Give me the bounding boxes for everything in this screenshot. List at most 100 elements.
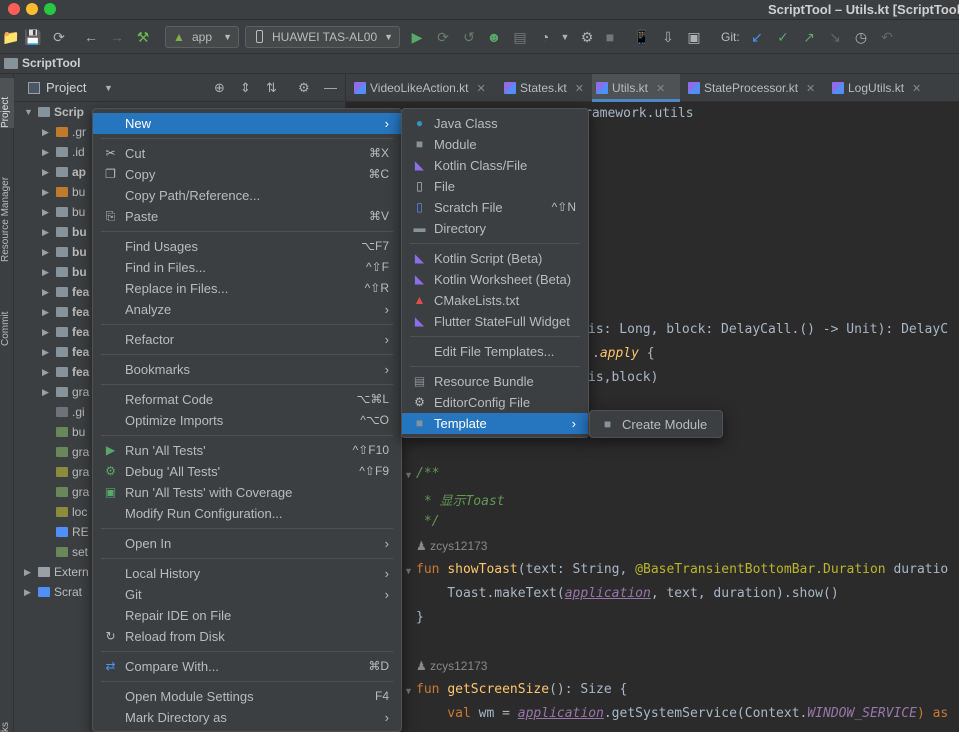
menu-item-template[interactable]: ■ Template › <box>402 413 588 434</box>
tool-window-bottom[interactable]: ks <box>0 714 14 732</box>
tool-window-project[interactable]: Project <box>0 78 14 128</box>
hide-panel-icon[interactable]: — <box>324 80 337 95</box>
chevron-right-icon[interactable]: ▶ <box>42 142 49 162</box>
tab-states[interactable]: States.kt ✕ <box>500 74 584 102</box>
menu-item-flutter-statefull-widget[interactable]: ◣ Flutter StateFull Widget <box>402 311 588 332</box>
profile-icon[interactable]: ◔ <box>536 28 554 46</box>
tab-stateprocessor[interactable]: StateProcessor.kt ✕ <box>684 74 815 102</box>
run-icon[interactable]: ▶ <box>408 28 426 46</box>
tab-utils[interactable]: Utils.kt ✕ <box>592 74 680 102</box>
menu-item-module[interactable]: ■ Module <box>402 134 588 155</box>
coverage-icon[interactable]: ▤ <box>511 28 529 46</box>
menu-item-modify-run-configuration[interactable]: Modify Run Configuration... <box>93 503 401 524</box>
build-hammer-icon[interactable]: ⚒ <box>134 28 152 46</box>
apply-changes-icon[interactable]: ⟳ <box>434 28 452 46</box>
chevron-right-icon[interactable]: ▶ <box>42 202 49 222</box>
menu-item-bookmarks[interactable]: Bookmarks › <box>93 359 401 380</box>
author-hint[interactable]: ♟ zcys12173 <box>416 539 487 553</box>
chevron-right-icon[interactable]: ▶ <box>42 302 49 322</box>
menu-item-kotlin-script-beta[interactable]: ◣ Kotlin Script (Beta) <box>402 248 588 269</box>
close-icon[interactable]: ✕ <box>806 83 815 95</box>
stop-icon[interactable]: ■ <box>601 28 619 46</box>
chevron-down-icon[interactable]: ▼ <box>556 28 574 46</box>
menu-item-open-in[interactable]: Open In › <box>93 533 401 554</box>
menu-item-compare-with[interactable]: ⇄ Compare With... ⌘D <box>93 656 401 677</box>
chevron-right-icon[interactable]: ▶ <box>42 242 49 262</box>
chevron-right-icon[interactable]: ▶ <box>42 282 49 302</box>
menu-item-git[interactable]: Git › <box>93 584 401 605</box>
menu-item-edit-file-templates[interactable]: Edit File Templates... <box>402 341 588 362</box>
chevron-right-icon[interactable]: ▶ <box>42 382 49 402</box>
menu-item-replace-in-files[interactable]: Replace in Files... ^⇧R <box>93 278 401 299</box>
zoom-window-button[interactable] <box>44 3 56 15</box>
expand-all-icon[interactable]: ⇕ <box>240 80 251 96</box>
menu-item-copy[interactable]: ❐ Copy ⌘C <box>93 164 401 185</box>
menu-item-kotlin-class-file[interactable]: ◣ Kotlin Class/File <box>402 155 588 176</box>
menu-item-editorconfig-file[interactable]: ⚙ EditorConfig File <box>402 392 588 413</box>
menu-item-reformat-code[interactable]: Reformat Code ⌥⌘L <box>93 389 401 410</box>
tab-logutils[interactable]: LogUtils.kt ✕ <box>828 74 921 102</box>
tool-window-commit[interactable]: Commit <box>0 296 14 346</box>
chevron-down-icon[interactable]: ▼ <box>104 83 113 93</box>
device-select[interactable]: HUAWEI TAS-AL00 ▼ <box>245 26 400 48</box>
breadcrumb-project[interactable]: ScriptTool <box>22 56 80 70</box>
menu-item-find-in-files[interactable]: Find in Files... ^⇧F <box>93 257 401 278</box>
project-panel-title[interactable]: Project <box>46 80 86 95</box>
menu-item-kotlin-worksheet-beta[interactable]: ◣ Kotlin Worksheet (Beta) <box>402 269 588 290</box>
rollback-icon[interactable]: ↶ <box>878 28 896 46</box>
tool-window-resource-manager[interactable]: Resource Manager <box>0 158 14 262</box>
chevron-right-icon[interactable]: ▶ <box>24 562 31 582</box>
menu-item-resource-bundle[interactable]: ▤ Resource Bundle <box>402 371 588 392</box>
close-icon[interactable]: ✕ <box>575 83 584 95</box>
menu-item-repair-ide-on-file[interactable]: Repair IDE on File <box>93 605 401 626</box>
fold-marker-icon[interactable]: ▼ <box>404 470 413 480</box>
menu-item-run-all-tests-with-coverage[interactable]: ▣ Run 'All Tests' with Coverage <box>93 482 401 503</box>
chevron-right-icon[interactable]: ▶ <box>42 122 49 142</box>
menu-item-copy-path-reference[interactable]: Copy Path/Reference... <box>93 185 401 206</box>
git-push-icon[interactable]: ↗ <box>800 28 818 46</box>
menu-item-create-module[interactable]: ■ Create Module <box>590 414 722 435</box>
gear-icon[interactable]: ⚙ <box>298 80 310 96</box>
menu-item-refactor[interactable]: Refactor › <box>93 329 401 350</box>
menu-item-debug-all-tests[interactable]: ⚙ Debug 'All Tests' ^⇧F9 <box>93 461 401 482</box>
chevron-right-icon[interactable]: ▶ <box>42 182 49 202</box>
chevron-down-icon[interactable]: ▼ <box>24 102 33 122</box>
menu-item-reload-from-disk[interactable]: ↻ Reload from Disk <box>93 626 401 647</box>
menu-item-paste[interactable]: ⎘ Paste ⌘V <box>93 206 401 227</box>
git-commit-icon[interactable]: ✓ <box>774 28 792 46</box>
sync-icon[interactable]: ⟳ <box>50 28 68 46</box>
menu-item-mark-directory-as[interactable]: Mark Directory as › <box>93 707 401 728</box>
sdk-manager-icon[interactable]: ⇩ <box>659 28 677 46</box>
locate-target-icon[interactable]: ⊕ <box>214 80 225 96</box>
chevron-right-icon[interactable]: ▶ <box>42 362 49 382</box>
history-clock-icon[interactable]: ◷ <box>852 28 870 46</box>
chevron-right-icon[interactable]: ▶ <box>42 322 49 342</box>
close-window-button[interactable] <box>8 3 20 15</box>
close-icon[interactable]: ✕ <box>912 83 921 95</box>
close-icon[interactable]: ✕ <box>656 83 665 95</box>
fold-marker-icon[interactable]: ▼ <box>404 566 413 576</box>
apply-code-changes-icon[interactable]: ↺ <box>460 28 478 46</box>
chevron-right-icon[interactable]: ▶ <box>42 162 49 182</box>
close-icon[interactable]: ✕ <box>477 83 486 95</box>
back-icon[interactable]: ← <box>82 28 100 46</box>
run-config-select[interactable]: ▲ app ▼ <box>165 26 239 48</box>
menu-item-local-history[interactable]: Local History › <box>93 563 401 584</box>
menu-item-analyze[interactable]: Analyze › <box>93 299 401 320</box>
attach-debugger-icon[interactable]: ⚙ <box>578 28 596 46</box>
menu-item-file[interactable]: ▯ File <box>402 176 588 197</box>
project-structure-icon[interactable]: ▣ <box>685 28 703 46</box>
chevron-right-icon[interactable]: ▶ <box>24 582 31 602</box>
forward-icon[interactable]: → <box>108 28 126 46</box>
menu-item-optimize-imports[interactable]: Optimize Imports ^⌥O <box>93 410 401 431</box>
menu-item-cmakelists-txt[interactable]: ▲ CMakeLists.txt <box>402 290 588 311</box>
git-merge-icon[interactable]: ↘ <box>826 28 844 46</box>
menu-item-new[interactable]: New › <box>93 113 401 134</box>
menu-item-java-class[interactable]: ● Java Class <box>402 113 588 134</box>
tab-videolikeaction[interactable]: VideoLikeAction.kt ✕ <box>350 74 486 102</box>
fold-marker-icon[interactable]: ▼ <box>404 686 413 696</box>
menu-item-find-usages[interactable]: Find Usages ⌥F7 <box>93 236 401 257</box>
minimize-window-button[interactable] <box>26 3 38 15</box>
author-hint[interactable]: ♟ zcys12173 <box>416 659 487 673</box>
menu-item-open-module-settings[interactable]: Open Module Settings F4 <box>93 686 401 707</box>
